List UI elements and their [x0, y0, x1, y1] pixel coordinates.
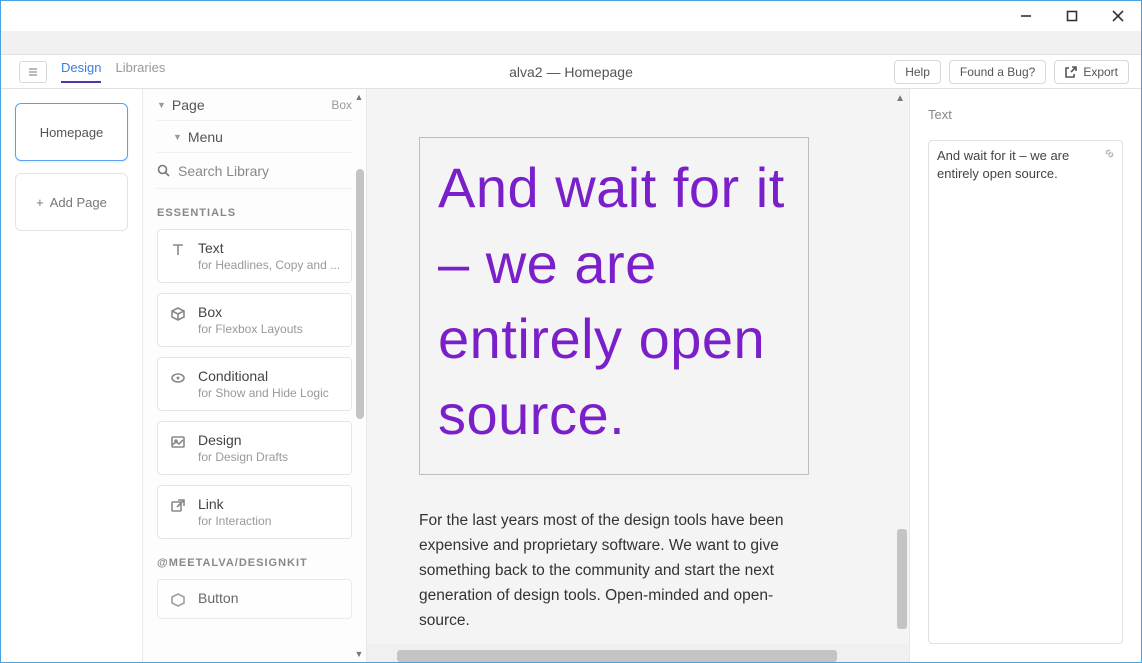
tab-design[interactable]: Design — [61, 60, 101, 83]
component-title: Design — [198, 432, 288, 448]
tree-row-page[interactable]: ▼ Page Box — [157, 89, 352, 121]
body-text[interactable]: For the last years most of the design to… — [419, 509, 809, 633]
image-icon — [170, 434, 186, 450]
search-placeholder: Search Library — [178, 163, 269, 179]
tool-chip[interactable] — [19, 61, 47, 83]
component-title: Conditional — [198, 368, 329, 384]
export-button[interactable]: Export — [1054, 60, 1129, 84]
component-sub: for Flexbox Layouts — [198, 322, 303, 336]
tree-page-label: Page — [172, 97, 205, 113]
component-sub: for Headlines, Copy and ... — [198, 258, 340, 272]
canvas-vertical-scrollbar[interactable] — [897, 529, 907, 629]
component-sub: for Design Drafts — [198, 450, 288, 464]
search-library[interactable]: Search Library — [157, 153, 352, 189]
section-essentials: ESSENTIALS — [157, 207, 352, 219]
page-card-homepage[interactable]: Homepage — [15, 103, 128, 161]
maximize-icon — [1066, 10, 1078, 22]
close-icon — [1112, 10, 1124, 22]
text-icon — [170, 242, 186, 258]
canvas-horizontal-scrollbar[interactable] — [397, 650, 837, 662]
library-panel: ▲ ▼ ▼ Page Box ▼ Menu Search Library ESS… — [143, 89, 367, 662]
component-link[interactable]: Link for Interaction — [157, 485, 352, 539]
section-designkit: @MEETALVA/DESIGNKIT — [157, 557, 352, 569]
properties-panel: Text And wait for it – we are entirely o… — [909, 89, 1141, 662]
canvas-horizontal-scrollbar-track — [367, 644, 909, 662]
help-button[interactable]: Help — [894, 60, 941, 84]
menu-icon — [27, 66, 39, 78]
prop-text-value: And wait for it – we are entirely open s… — [937, 148, 1069, 181]
minimize-button[interactable] — [1003, 1, 1049, 31]
component-title: Button — [198, 590, 238, 606]
close-button[interactable] — [1095, 1, 1141, 31]
maximize-button[interactable] — [1049, 1, 1095, 31]
canvas-scroll-up-icon[interactable]: ▲ — [895, 93, 905, 104]
scroll-down-icon[interactable]: ▼ — [354, 649, 364, 659]
component-sub: for Show and Hide Logic — [198, 386, 329, 400]
search-icon — [157, 164, 170, 177]
toolbar-band — [1, 31, 1141, 55]
component-title: Text — [198, 240, 340, 256]
add-page-label: Add Page — [50, 195, 107, 210]
prop-label-text: Text — [928, 107, 962, 122]
link-icon[interactable] — [1103, 147, 1116, 165]
box-icon — [170, 592, 186, 608]
scroll-up-icon[interactable]: ▲ — [354, 92, 364, 102]
component-box[interactable]: Box for Flexbox Layouts — [157, 293, 352, 347]
library-scrollbar[interactable] — [356, 169, 364, 419]
headline-text: And wait for it – we are entirely open s… — [438, 150, 790, 452]
component-design[interactable]: Design for Design Drafts — [157, 421, 352, 475]
caret-down-icon: ▼ — [157, 100, 166, 110]
help-label: Help — [905, 65, 930, 79]
tree-menu-label: Menu — [188, 129, 223, 145]
selected-element[interactable]: And wait for it – we are entirely open s… — [419, 137, 809, 475]
plus-icon: + — [36, 195, 44, 210]
caret-down-icon: ▼ — [173, 132, 182, 142]
export-label: Export — [1083, 65, 1118, 79]
bug-button[interactable]: Found a Bug? — [949, 60, 1046, 84]
bug-label: Found a Bug? — [960, 65, 1035, 79]
external-link-icon — [170, 498, 186, 514]
component-sub: for Interaction — [198, 514, 271, 528]
prop-text-field[interactable]: And wait for it – we are entirely open s… — [928, 140, 1123, 644]
pages-panel: Homepage + Add Page — [1, 89, 143, 662]
component-conditional[interactable]: Conditional for Show and Hide Logic — [157, 357, 352, 411]
topbar: Design Libraries alva2 — Homepage Help F… — [1, 55, 1141, 89]
component-button[interactable]: Button — [157, 579, 352, 619]
component-title: Link — [198, 496, 271, 512]
tree-page-type: Box — [331, 98, 352, 112]
component-text[interactable]: Text for Headlines, Copy and ... — [157, 229, 352, 283]
add-page-button[interactable]: + Add Page — [15, 173, 128, 231]
component-title: Box — [198, 304, 303, 320]
export-icon — [1065, 66, 1077, 78]
titlebar — [1, 1, 1141, 31]
tab-libraries[interactable]: Libraries — [115, 60, 165, 83]
page-card-label: Homepage — [40, 125, 104, 140]
box-icon — [170, 306, 186, 322]
minimize-icon — [1020, 10, 1032, 22]
tree-row-menu[interactable]: ▼ Menu — [157, 121, 352, 153]
conditional-icon — [170, 370, 186, 386]
canvas-panel: ▲ And wait for it – we are entirely open… — [367, 89, 909, 662]
